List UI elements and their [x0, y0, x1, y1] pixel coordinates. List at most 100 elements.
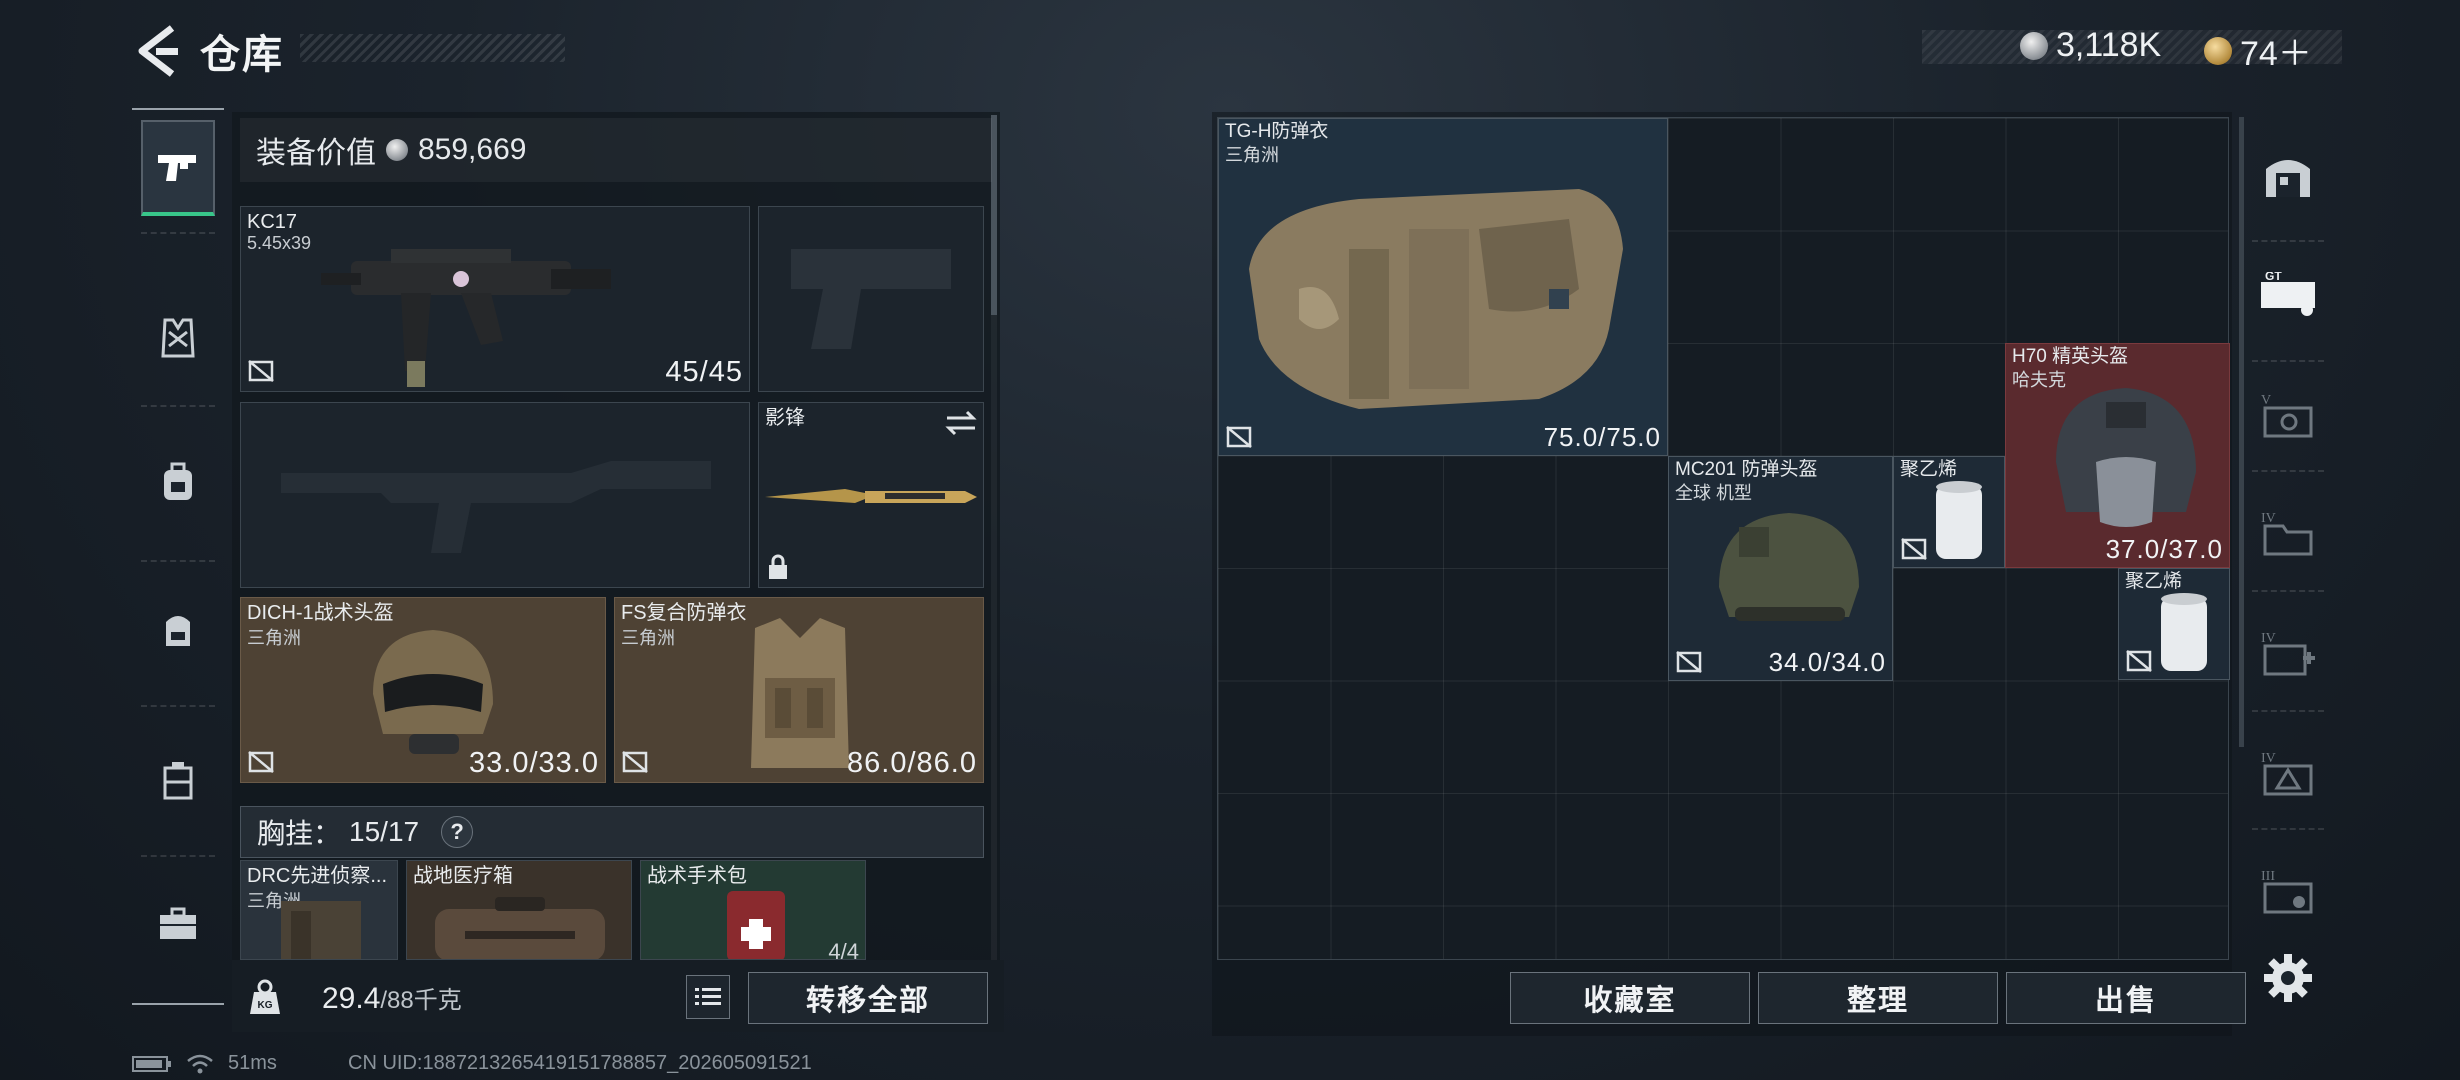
- equipment-value-bar: 装备价值 859,669: [240, 118, 992, 182]
- stash-item-polyethylene[interactable]: 聚乙烯: [2118, 568, 2230, 680]
- rig-image: [281, 901, 361, 959]
- sidebar-divider: [2252, 710, 2324, 712]
- pistol-silhouette-icon: [791, 249, 951, 349]
- item-name: 聚乙烯: [2125, 571, 2183, 592]
- stash-scrollbar[interactable]: [2239, 117, 2244, 747]
- backpack-icon: [166, 616, 190, 646]
- svg-text:GT: GT: [2265, 272, 2282, 283]
- helmet-source: 三角洲: [247, 628, 301, 648]
- back-arrow-icon[interactable]: [132, 22, 182, 80]
- storage-iv-triangle-icon: IV: [2261, 751, 2313, 796]
- stash-tab-1[interactable]: GT: [2252, 250, 2324, 340]
- svg-text:V: V: [2261, 393, 2271, 408]
- weight-icon: KG: [250, 979, 280, 1014]
- item-durability: 75.0/75.0: [1543, 422, 1661, 452]
- stash-item-polyethylene[interactable]: 聚乙烯: [1893, 456, 2005, 568]
- item-durability: 34.0/34.0: [1768, 647, 1886, 677]
- equipment-value-label: 装备价值: [256, 137, 376, 170]
- stash-tab-4[interactable]: IV: [2252, 608, 2324, 698]
- case-icon: [163, 762, 193, 800]
- stash-tab-5[interactable]: IV: [2252, 728, 2324, 818]
- vest-icon: [161, 318, 195, 358]
- organize-button[interactable]: 整理: [1758, 972, 1998, 1024]
- rig-item-name: DRC先进侦察...: [247, 865, 387, 887]
- stash-tab-6[interactable]: III: [2252, 846, 2324, 936]
- spool-image: [2161, 593, 2207, 671]
- sidebar-divider: [2252, 828, 2324, 830]
- no-insurance-icon: [1901, 538, 1927, 560]
- settings-gear-icon[interactable]: [2260, 950, 2316, 1006]
- storage-v-icon: V: [2261, 393, 2313, 438]
- swap-icon[interactable]: [943, 409, 979, 437]
- helmet-durability: 33.0/33.0: [469, 747, 599, 779]
- item-source: 三角洲: [1225, 145, 1279, 165]
- stash-tab-2[interactable]: V: [2252, 370, 2324, 460]
- gold-amount: 74＋: [2240, 35, 2312, 73]
- weight-readout: 29.4/88千克: [322, 980, 462, 1016]
- svg-text:IV: IV: [2261, 631, 2276, 646]
- medkit-image: [435, 897, 605, 959]
- equipment-value: 859,669: [418, 133, 527, 166]
- secondary-weapon-slot[interactable]: [240, 402, 750, 588]
- svg-text:IV: IV: [2261, 511, 2276, 526]
- storage-iv-folder-icon: IV: [2261, 511, 2313, 556]
- rail-item-weapons[interactable]: [141, 120, 215, 216]
- spool-image: [1936, 481, 1982, 559]
- rig-item-count: 4/4: [828, 939, 859, 960]
- title-stripe: [300, 34, 565, 62]
- chest-rig-bar[interactable]: 胸挂： 15/17 ?: [240, 806, 984, 858]
- rail-item-armor[interactable]: [141, 290, 215, 386]
- stash-item-h70-helmet[interactable]: H70 精英头盔 哈夫克 37.0/37.0: [2005, 343, 2230, 568]
- rail-divider: [141, 855, 215, 857]
- surgery-kit-image: [727, 891, 785, 959]
- rail-item-backpack[interactable]: [141, 580, 215, 676]
- rail-item-container[interactable]: [141, 732, 215, 828]
- stash-tab-3[interactable]: IV: [2252, 488, 2324, 578]
- primary-weapon-slot[interactable]: KC17 5.45x39 45/45: [240, 206, 750, 392]
- item-durability: 37.0/37.0: [2105, 534, 2223, 564]
- lock-icon: [769, 554, 787, 579]
- collection-room-button[interactable]: 收藏室: [1510, 972, 1750, 1024]
- stash-item-tgh-vest[interactable]: TG-H防弹衣 三角洲 75.0/75.0: [1218, 118, 1668, 456]
- rail-item-rig[interactable]: [141, 434, 215, 530]
- rail-item-toolbox[interactable]: [141, 876, 215, 972]
- smg-image: [321, 249, 611, 387]
- rig-item-name: 战术手术包: [647, 865, 747, 887]
- helmet-slot[interactable]: DICH-1战术头盔 三角洲 33.0/33.0: [240, 597, 606, 783]
- list-icon: [695, 988, 721, 1005]
- storage-iv-medical-icon: IV: [2261, 631, 2315, 676]
- item-name: TG-H防弹衣: [1225, 121, 1329, 142]
- help-icon[interactable]: ?: [441, 816, 474, 848]
- sidebar-divider: [2252, 470, 2324, 472]
- gold-currency[interactable]: 74＋: [2204, 26, 2312, 75]
- rail-divider: [141, 232, 215, 234]
- rig-item-medkit[interactable]: 战地医疗箱: [406, 860, 632, 960]
- storage-iii-icon: III: [2261, 869, 2313, 914]
- item-name: MC201 防弹头盔: [1675, 459, 1818, 480]
- svg-text:III: III: [2261, 869, 2275, 884]
- armor-slot[interactable]: FS复合防弹衣 三角洲 86.0/86.0: [614, 597, 984, 783]
- chest-rig-label: 胸挂：: [257, 818, 342, 849]
- weapon-ammo: 45/45: [665, 356, 743, 388]
- weapon-storage-icon: GT: [2261, 272, 2315, 316]
- sidebar-divider: [2252, 360, 2324, 362]
- no-insurance-icon: [1226, 426, 1252, 448]
- list-view-button[interactable]: [686, 975, 730, 1019]
- rig-item-surgery-kit[interactable]: 战术手术包 4/4: [640, 860, 866, 960]
- transfer-all-button[interactable]: 转移全部: [748, 972, 988, 1024]
- briefcase-icon: [160, 907, 196, 939]
- rig-item-drc[interactable]: DRC先进侦察... 三角洲: [240, 860, 398, 960]
- silver-currency[interactable]: 3,118K: [2020, 26, 2161, 65]
- pistol-slot[interactable]: [758, 206, 984, 392]
- sell-button[interactable]: 出售: [2006, 972, 2246, 1024]
- pistol-icon: [158, 155, 196, 181]
- stash-item-mc201-helmet[interactable]: MC201 防弹头盔 全球 机型 34.0/34.0: [1668, 456, 1893, 681]
- melee-slot[interactable]: 影锋: [758, 402, 984, 588]
- weapon-caliber: 5.45x39: [247, 233, 312, 253]
- no-insurance-icon: [248, 360, 274, 382]
- weight-max: /88千克: [380, 987, 462, 1014]
- stash-tab-overview[interactable]: [2252, 130, 2324, 220]
- no-insurance-icon: [2126, 650, 2152, 672]
- wifi-icon: [187, 1054, 213, 1073]
- weapon-name: KC17: [247, 211, 298, 233]
